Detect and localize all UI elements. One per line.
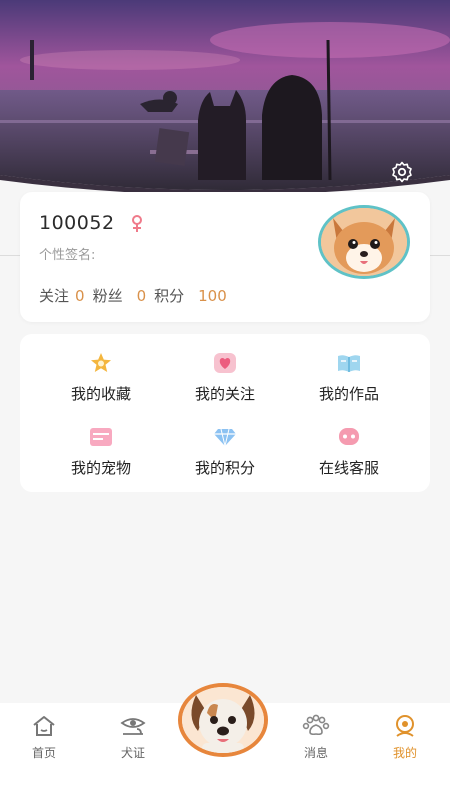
home-icon (30, 713, 58, 739)
female-gender-icon (132, 215, 142, 232)
center-dog-button[interactable] (178, 683, 268, 757)
tab-mine[interactable]: 我的 (370, 713, 440, 761)
points-count[interactable]: 100 (198, 287, 227, 305)
tab-dog-license[interactable]: 犬证 (98, 713, 168, 761)
diamond-icon (212, 424, 238, 450)
card-icon (88, 424, 114, 450)
follow-label[interactable]: 关注 (39, 285, 69, 306)
menu-item-label: 在线客服 (318, 459, 379, 477)
tab-messages[interactable]: 消息 (281, 713, 351, 761)
user-icon (391, 713, 419, 739)
dog-face-icon (182, 687, 264, 753)
heart-icon (212, 350, 238, 376)
avatar[interactable] (318, 205, 410, 279)
menu-item-label: 我的作品 (318, 385, 379, 403)
follow-count[interactable]: 0 (75, 287, 85, 305)
book-icon (336, 350, 362, 376)
tab-label: 首页 (31, 746, 56, 760)
user-id: 100052 (39, 212, 115, 234)
chat-icon (336, 424, 362, 450)
fans-label[interactable]: 粉丝 (93, 285, 123, 306)
profile-card: 100052 个性签名: 关注 0 粉丝 0 积分 100 (20, 192, 430, 322)
menu-item-label: 我的收藏 (70, 385, 131, 403)
profile-stats: 关注 0 粉丝 0 积分 100 (39, 285, 227, 306)
menu-item-pets[interactable]: 我的宠物 (41, 424, 161, 484)
tab-home[interactable]: 首页 (9, 713, 79, 761)
tab-label: 消息 (303, 746, 328, 760)
menu-item-works[interactable]: 我的作品 (289, 350, 409, 410)
menu-item-points[interactable]: 我的积分 (165, 424, 285, 484)
menu-grid: 我的收藏 我的关注 我的作品 我的宠物 我的积分 在线客服 (20, 334, 430, 492)
paw-icon (302, 713, 330, 739)
star-icon (88, 350, 114, 376)
menu-item-favorites[interactable]: 我的收藏 (41, 350, 161, 410)
menu-item-label: 我的积分 (194, 459, 255, 477)
fans-count[interactable]: 0 (137, 287, 147, 305)
tab-label: 我的 (392, 746, 417, 760)
settings-button[interactable] (388, 158, 416, 186)
gear-icon (392, 161, 412, 183)
signature-label: 个性签名: (39, 248, 96, 263)
tab-label: 犬证 (120, 746, 145, 760)
menu-item-following[interactable]: 我的关注 (165, 350, 285, 410)
points-label[interactable]: 积分 (154, 285, 184, 306)
menu-item-label: 我的关注 (194, 385, 255, 403)
dog-avatar-image (321, 208, 407, 276)
menu-item-label: 我的宠物 (70, 459, 131, 477)
menu-item-customer-service[interactable]: 在线客服 (289, 424, 409, 484)
dog-license-icon (119, 713, 147, 739)
